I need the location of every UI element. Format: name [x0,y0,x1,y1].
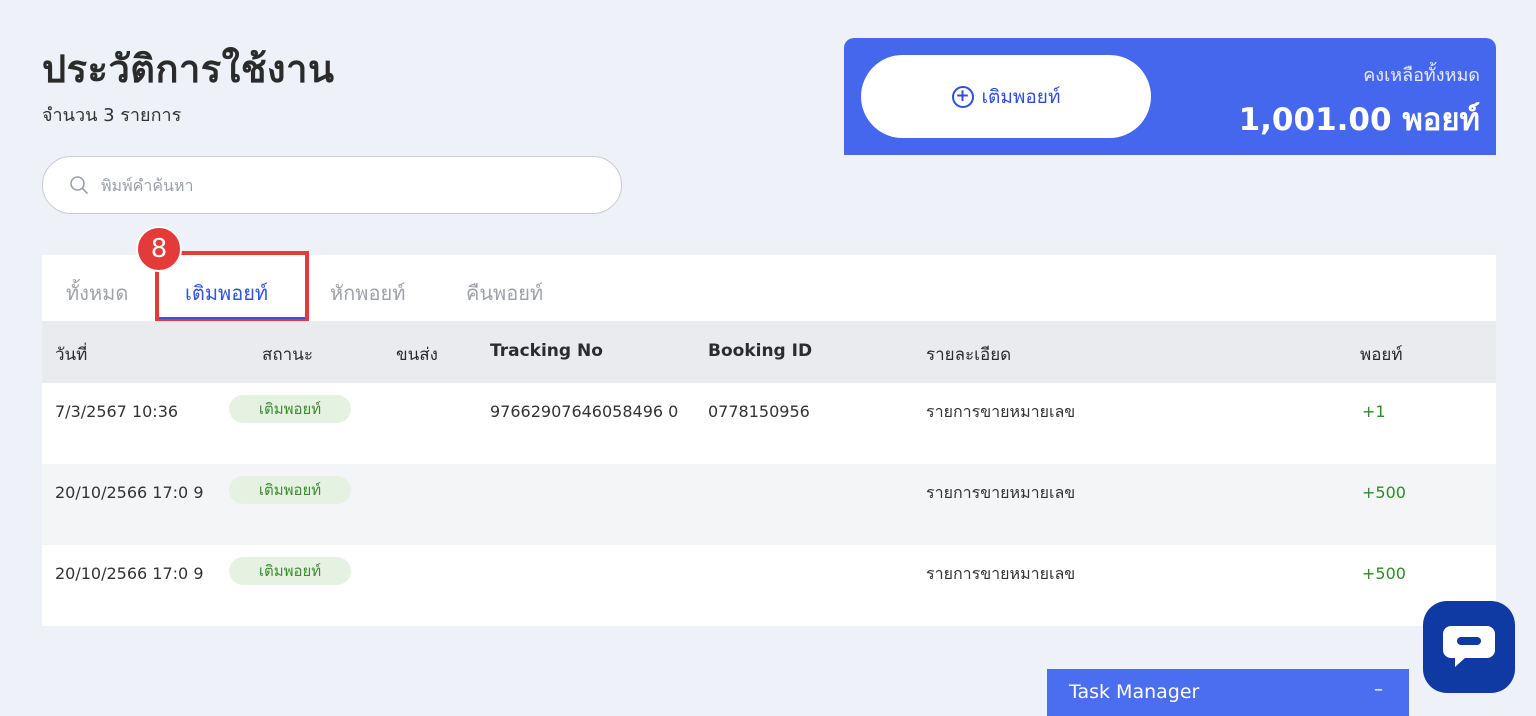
row-date: 20/10/2566 17:0 9 [55,564,204,583]
column-header-status: สถานะ [262,345,313,365]
column-header-date: วันที่ [55,345,88,365]
search-icon [70,176,88,194]
row-detail: รายการขายหมายเลข [926,483,1076,502]
status-badge: เติมพอยท์ [229,557,351,585]
row-detail: รายการขายหมายเลข [926,402,1076,421]
topup-button[interactable]: + เติมพอยท์ [861,55,1151,138]
row-points: +500 [1362,483,1406,502]
task-manager-label: Task Manager [1069,681,1200,703]
row-detail: รายการขายหมายเลข [926,564,1076,583]
column-header-detail: รายละเอียด [926,345,1012,365]
record-count: จำนวน 3 รายการ [42,105,182,126]
balance-label: คงเหลือทั้งหมด [1363,65,1480,86]
minimize-button[interactable]: – [1374,679,1383,700]
tab-bar: ทั้งหมด เติมพอยท์ หักพอยท์ คืนพอยท์ [42,255,1496,321]
task-manager-bar[interactable]: Task Manager – [1047,669,1409,716]
tab-topup[interactable]: เติมพอยท์ [185,277,268,309]
page-title: ประวัติการใช้งาน [42,47,335,91]
chat-button[interactable] [1423,601,1515,693]
column-header-points: พอยท์ [1360,345,1403,365]
column-header-carrier: ขนส่ง [396,345,438,365]
row-points: +500 [1362,564,1406,583]
column-header-booking: Booking ID [708,341,813,361]
history-table: วันที่ สถานะ ขนส่ง Tracking No Booking I… [42,321,1496,626]
table-row[interactable]: 7/3/2567 10:36 เติมพอยท์ 976629076460584… [42,383,1496,464]
balance-value: 1,001.00 พอยท์ [1238,102,1480,138]
table-row[interactable]: 20/10/2566 17:0 9 เติมพอยท์ รายการขายหมา… [42,464,1496,545]
row-date: 20/10/2566 17:0 9 [55,483,204,502]
tab-refund[interactable]: คืนพอยท์ [466,277,543,309]
status-badge: เติมพอยท์ [229,476,351,504]
row-booking: 0778150956 [708,402,810,421]
row-points: +1 [1362,402,1386,421]
row-date: 7/3/2567 10:36 [55,402,179,421]
table-row[interactable]: 20/10/2566 17:0 9 เติมพอยท์ รายการขายหมา… [42,545,1496,626]
chat-bubble-icon [1443,626,1495,667]
search-box[interactable] [42,156,622,214]
balance-card: + เติมพอยท์ คงเหลือทั้งหมด 1,001.00 พอยท… [844,38,1496,155]
status-badge: เติมพอยท์ [229,395,351,423]
tab-deduct[interactable]: หักพอยท์ [330,277,405,309]
tab-all[interactable]: ทั้งหมด [66,277,128,309]
row-tracking: 97662907646058496 0 [490,402,679,421]
column-header-tracking: Tracking No [490,341,603,361]
topup-button-label: เติมพอยท์ [981,85,1061,108]
plus-circle-icon: + [951,85,974,108]
step-badge: 8 [136,226,182,272]
search-input[interactable] [101,175,581,195]
table-header: วันที่ สถานะ ขนส่ง Tracking No Booking I… [42,321,1496,383]
